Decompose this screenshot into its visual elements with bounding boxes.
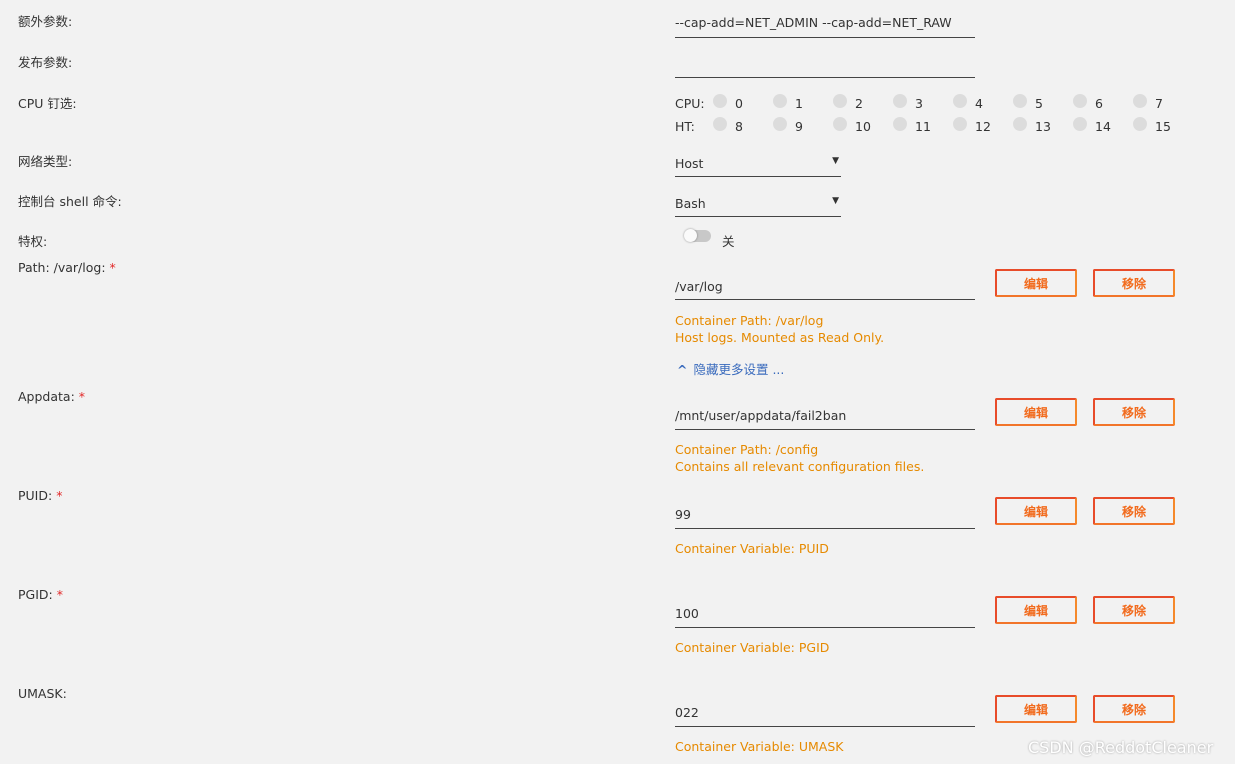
cpu-checkbox[interactable]: [1133, 94, 1147, 108]
console-shell-select[interactable]: Bash ▼: [675, 196, 841, 216]
appdata-remove-button[interactable]: 移除: [1093, 398, 1175, 426]
required-mark: *: [56, 488, 63, 503]
path-log-input[interactable]: /var/log: [675, 279, 723, 294]
cpu-checkbox[interactable]: [893, 94, 907, 108]
pgid-remove-button[interactable]: 移除: [1093, 596, 1175, 624]
chevron-down-icon: ▼: [832, 156, 839, 166]
post-params-label: 发布参数:: [18, 55, 73, 70]
watermark: CSDN @ReddotCleaner: [1028, 738, 1214, 757]
cpu-checkbox[interactable]: [773, 117, 787, 131]
cpu-checkbox[interactable]: [713, 117, 727, 131]
privileged-label: 特权:: [18, 234, 48, 249]
umask-edit-button[interactable]: 编辑: [995, 695, 1077, 723]
cpu-pinning-label: CPU 钉选:: [18, 96, 77, 111]
puid-edit-button[interactable]: 编辑: [995, 497, 1077, 525]
path-log-label: Path: /var/log: *: [18, 260, 116, 275]
appdata-label: Appdata: *: [18, 389, 86, 404]
puid-note: Container Variable: PUID: [675, 541, 829, 556]
cpu-checkbox[interactable]: [1013, 117, 1027, 131]
puid-label: PUID: *: [18, 488, 63, 503]
hide-more-settings-link[interactable]: ^ 隐藏更多设置 ...: [677, 359, 784, 378]
path-log-note: Container Path: /var/log Host logs. Moun…: [675, 313, 885, 345]
pgid-underline: [675, 627, 975, 628]
puid-remove-button[interactable]: 移除: [1093, 497, 1175, 525]
appdata-edit-button[interactable]: 编辑: [995, 398, 1077, 426]
ht-row: HT: 8 9 10 11 12 13 14 15: [675, 117, 1171, 134]
extra-params-input[interactable]: --cap-add=NET_ADMIN --cap-add=NET_RAW: [675, 15, 952, 30]
extra-params-label: 额外参数:: [18, 14, 73, 29]
privileged-toggle[interactable]: [684, 229, 711, 242]
umask-underline: [675, 726, 975, 727]
console-shell-value: Bash: [675, 196, 706, 211]
umask-note: Container Variable: UMASK: [675, 739, 844, 754]
umask-input[interactable]: 022: [675, 705, 699, 720]
appdata-input[interactable]: /mnt/user/appdata/fail2ban: [675, 408, 846, 423]
pgid-label: PGID: *: [18, 587, 63, 602]
network-type-underline: [675, 176, 841, 177]
required-mark: *: [56, 587, 63, 602]
cpu-checkbox[interactable]: [833, 94, 847, 108]
cpu-row: CPU: 0 1 2 3 4 5 6 7: [675, 94, 1163, 111]
cpu-checkbox[interactable]: [833, 117, 847, 131]
puid-underline: [675, 528, 975, 529]
cpu-checkbox[interactable]: [953, 94, 967, 108]
privileged-state: 关: [722, 234, 735, 249]
network-type-value: Host: [675, 156, 704, 171]
cpu-checkbox[interactable]: [713, 94, 727, 108]
cpu-checkbox[interactable]: [1073, 94, 1087, 108]
toggle-knob[interactable]: [684, 229, 697, 242]
chevron-down-icon: ▼: [832, 196, 839, 206]
pgid-edit-button[interactable]: 编辑: [995, 596, 1077, 624]
required-mark: *: [78, 389, 86, 404]
umask-remove-button[interactable]: 移除: [1093, 695, 1175, 723]
cpu-checkbox[interactable]: [953, 117, 967, 131]
cpu-checkbox[interactable]: [773, 94, 787, 108]
cpu-row-tag: CPU:: [675, 96, 705, 111]
chevron-up-icon: ^: [677, 362, 688, 377]
umask-label: UMASK:: [18, 686, 67, 701]
network-type-select[interactable]: Host ▼: [675, 156, 841, 176]
pgid-input[interactable]: 100: [675, 606, 699, 621]
console-shell-underline: [675, 216, 841, 217]
cpu-checkbox[interactable]: [1013, 94, 1027, 108]
post-params-input[interactable]: [675, 56, 975, 74]
required-mark: *: [109, 260, 116, 275]
path-log-underline: [675, 299, 975, 300]
cpu-checkbox[interactable]: [1133, 117, 1147, 131]
cpu-checkbox[interactable]: [1073, 117, 1087, 131]
appdata-underline: [675, 429, 975, 430]
cpu-checkbox[interactable]: [893, 117, 907, 131]
path-log-edit-button[interactable]: 编辑: [995, 269, 1077, 297]
ht-row-tag: HT:: [675, 119, 695, 134]
console-shell-label: 控制台 shell 命令:: [18, 194, 122, 209]
appdata-note: Container Path: /config Contains all rel…: [675, 442, 925, 474]
extra-params-underline: [675, 37, 975, 38]
post-params-underline: [675, 77, 975, 78]
path-log-remove-button[interactable]: 移除: [1093, 269, 1175, 297]
network-type-label: 网络类型:: [18, 154, 73, 169]
pgid-note: Container Variable: PGID: [675, 640, 830, 655]
puid-input[interactable]: 99: [675, 507, 691, 522]
